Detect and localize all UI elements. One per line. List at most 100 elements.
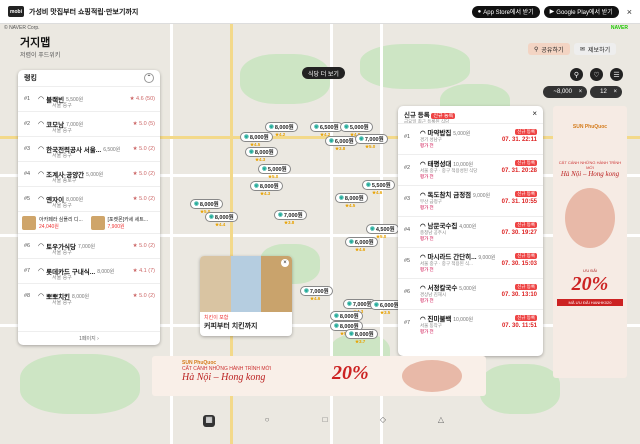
- new-place-tag: 평가 전: [420, 298, 434, 303]
- price-pin[interactable]: ◉ 7,000원: [355, 134, 388, 144]
- ranking-ad-row[interactable]: 아카페라 심플리 디... 24,040원 [포켓몬]카세 세트... 7,90…: [18, 211, 160, 233]
- new-place-item[interactable]: #5 ◠ 마시라드 간단히... 9,000원 서울 중구 · 중구 적용된 식…: [398, 247, 543, 278]
- ad-thumb: [90, 215, 105, 230]
- new-place-item[interactable]: #3 ◠ 독도참치 금정점 9,000원 부산 금정구 평가 전 신규 등록 0…: [398, 185, 543, 216]
- chat-tab-icon[interactable]: ○: [261, 415, 273, 427]
- ranking-item[interactable]: #3 ◠ 한국전력공사 서울... 6,500원 서울 중구 ★ 5.0 (2): [18, 136, 160, 161]
- food-icon: ◠: [38, 196, 45, 203]
- price-pin[interactable]: ◉ 8,000원: [190, 199, 223, 209]
- price-pin[interactable]: ◉ 5,000원: [340, 122, 373, 132]
- page-subtitle: 저렴이 푸드위키: [20, 53, 61, 59]
- bowl-icon: ◉: [339, 195, 344, 201]
- food-icon: ◠: [420, 316, 426, 323]
- price-pin[interactable]: ◉ 8,000원: [240, 132, 273, 142]
- ad-route: Hà Nội – Hong kong: [560, 170, 620, 178]
- tag-tab-icon[interactable]: ◇: [377, 415, 389, 427]
- price-pin[interactable]: ◉ 6,500원: [310, 122, 343, 132]
- apple-icon: ●: [477, 8, 482, 15]
- place-rating: ★ 5.0 (2): [132, 146, 155, 152]
- price-pin[interactable]: ◉ 5,500원: [362, 180, 395, 190]
- new-date: 07. 30. 11:51: [501, 323, 537, 329]
- new-place-item[interactable]: #4 ◠ 남문국수집 4,000원 충청남 공주시 평가 전 신규 등록 07.…: [398, 216, 543, 247]
- ad-item[interactable]: [포켓몬]카세 세트... 7,900원: [108, 216, 157, 230]
- new-badge: 신규 등록: [515, 222, 537, 228]
- price-pin[interactable]: ◉ 8,000원: [330, 311, 363, 321]
- rank-number: #2: [24, 121, 31, 127]
- new-place-item[interactable]: #2 ◠ 태평성대 10,000원 서울 중구 · 중구 적용성된 식당 평가 …: [398, 154, 543, 185]
- new-place-name: 태평성대: [427, 161, 452, 168]
- price-pin[interactable]: ◉ 4,500원: [366, 224, 399, 234]
- price-pin[interactable]: ◉ 6,000원: [325, 136, 358, 146]
- bowl-icon: ◉: [370, 226, 375, 232]
- new-date: 07. 31. 10:55: [501, 199, 537, 205]
- ranking-item[interactable]: #7 ◠ 롯데카드 구내식... 8,000원 서울 중구 ★ 4.1 (7): [18, 258, 160, 283]
- place-rating: ★ 5.0 (2): [132, 171, 155, 177]
- banner-close-button[interactable]: ×: [627, 7, 632, 17]
- search-icon[interactable]: ⚲: [570, 68, 583, 81]
- new-place-price: 4,000원: [459, 224, 477, 230]
- rank-number: #1: [24, 96, 31, 102]
- price-pin[interactable]: ◉ 6,000원: [345, 237, 378, 247]
- calendar-tab-icon[interactable]: □: [319, 415, 331, 427]
- price-pin[interactable]: ◉ 7,000원: [300, 286, 333, 296]
- ad-image: [565, 188, 615, 248]
- price-pin[interactable]: ◉ 5,000원: [258, 164, 291, 174]
- new-place-price: 9,000원: [478, 255, 496, 261]
- googleplay-button[interactable]: ▶ Google Play에서 받기: [543, 5, 619, 18]
- ranking-item[interactable]: #8 ◠ 뽀뽀치킨 8,000원 서울 중구 ★ 5.0 (2): [18, 283, 160, 308]
- ranking-item[interactable]: #4 ◠ 조계사·공양간 5,000원 서울 종로구 ★ 5.0 (2): [18, 161, 160, 186]
- new-number: #2: [404, 165, 411, 171]
- ad-bottom-route: Hà Nội – Hong kong: [182, 372, 266, 383]
- ad-item[interactable]: 아카페라 심플리 디... 24,040원: [39, 216, 88, 230]
- pin-rating: ★3.8: [284, 220, 295, 225]
- rank-number: #5: [24, 196, 31, 202]
- place-address: 서울 중구: [52, 275, 72, 281]
- ad-thumb: [22, 215, 36, 230]
- map-tab-icon[interactable]: ▦: [203, 415, 215, 427]
- food-icon: ◠: [38, 146, 45, 153]
- price-filter-chip[interactable]: ~8,000 ×: [543, 86, 588, 98]
- menu-icon[interactable]: ☰: [610, 68, 623, 81]
- new-place-item[interactable]: #6 ◠ 서정칼국수 5,000원 경상남 김해시 평가 전 신규 등록 07.…: [398, 278, 543, 309]
- popup-close-button[interactable]: ×: [281, 259, 289, 267]
- cart-tab-icon[interactable]: △: [435, 415, 447, 427]
- ad-banner-right[interactable]: SUN PhuQuoc CẮT CÁNH NHỮNG HÀNH TRÌNH MỚ…: [553, 106, 627, 378]
- bowl-icon: ◉: [347, 301, 352, 307]
- new-place-price: 5,000원: [459, 286, 477, 292]
- ranking-item[interactable]: #1 ◠ 블랙빈 5,500원 서울 중구 ★ 4.6 (50): [18, 86, 160, 111]
- price-pin[interactable]: ◉ 8,000원: [205, 212, 238, 222]
- ranking-item[interactable]: #5 ◠ 옌자이 8,000원 서울 중구 ★ 5.0 (2): [18, 186, 160, 211]
- price-pin[interactable]: ◉ 8,000원: [345, 329, 378, 339]
- price-pin[interactable]: ◉ 8,000원: [265, 122, 298, 132]
- price-pin[interactable]: ◉ 8,000원: [245, 147, 278, 157]
- view-restaurants-button[interactable]: 식당 더 보기: [302, 67, 345, 79]
- price-pin[interactable]: ◉ 7,000원: [274, 210, 307, 220]
- bowl-icon: ◉: [329, 138, 334, 144]
- new-place-item[interactable]: #1 ◠ 마약밥집 5,000원 경기 성남구 평가 전 신규 등록 07. 3…: [398, 123, 543, 154]
- price-pin[interactable]: ◉ 8,000원: [335, 193, 368, 203]
- price-pin[interactable]: ◉ 8,000원: [250, 181, 283, 191]
- ad-banner-bottom[interactable]: SUN PhuQuoc CẤT CÁNH NHỮNG HÀNH TRÌNH MỚ…: [152, 356, 486, 396]
- new-list-close-button[interactable]: ×: [532, 109, 537, 118]
- ranking-pagination[interactable]: 1페이지 ›: [18, 331, 160, 345]
- new-place-item[interactable]: #7 ◠ 진미불백 10,000원 서울 동작구 평가 전 신규 등록 07. …: [398, 309, 543, 340]
- place-address: 서울 중구: [52, 153, 72, 159]
- new-number: #6: [404, 289, 411, 295]
- rank-number: #7: [24, 268, 31, 274]
- bowl-icon: ◉: [254, 183, 259, 189]
- ranking-title: 랭킹: [24, 75, 37, 82]
- place-rating: ★ 4.6 (50): [129, 96, 155, 102]
- ranking-item[interactable]: #2 ◠ 코모남 7,000원 서울 중구 ★ 5.0 (5): [18, 111, 160, 136]
- heart-icon[interactable]: ♡: [590, 68, 603, 81]
- new-badge: 신규 등록: [515, 284, 537, 290]
- count-filter-chip[interactable]: 12 ×: [590, 86, 622, 98]
- collapse-icon[interactable]: ⌃: [144, 73, 154, 83]
- appstore-button[interactable]: ● App Store에서 받기: [471, 5, 540, 18]
- ranking-item[interactable]: #6 ◠ 토우가식당 7,000원 서울 중구 ★ 5.0 (2): [18, 233, 160, 258]
- place-popup[interactable]: × 치킨이 포함 커피부터 치킨까지: [200, 256, 292, 336]
- popup-name: 커피부터 치킨까지: [204, 323, 258, 330]
- place-price: 8,000원: [97, 268, 115, 275]
- app-promo-text: 가성비 맛집부터 쇼핑적립·만보기까지: [29, 8, 139, 16]
- pin-rating: ★4.6: [372, 190, 383, 195]
- new-place-name: 진미불백: [427, 316, 452, 323]
